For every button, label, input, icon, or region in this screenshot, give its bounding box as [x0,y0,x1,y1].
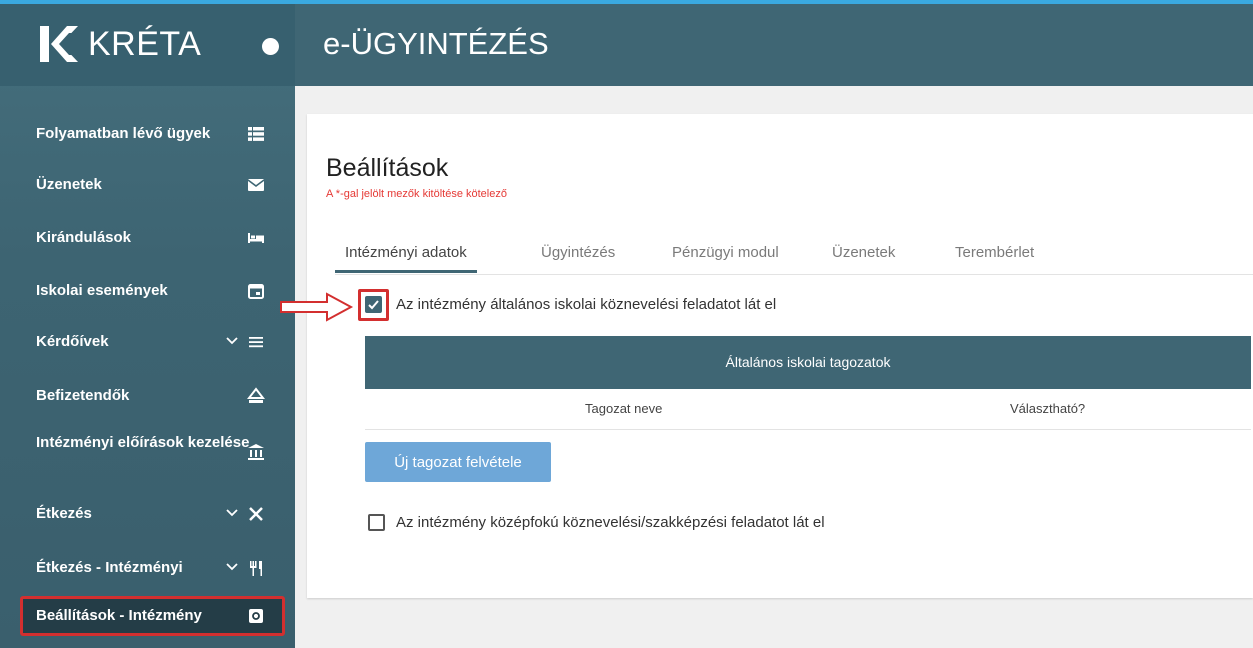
sidebar-item-label: Étkezés - Intézményi [36,559,183,576]
primary-school-checkbox-label[interactable]: Az intézmény általános iskolai köznevelé… [396,296,776,313]
sidebar-item-label: Iskolai események [36,282,168,299]
arrow-annotation-icon [280,292,354,322]
column-header-tagozat-neve[interactable]: Tagozat neve [585,389,662,429]
secondary-school-checkbox[interactable] [368,514,385,531]
sidebar-item-label: Folyamatban lévő ügyek [36,125,211,142]
app-header: e-ÜGYINTÉZÉS [295,4,1253,86]
primary-school-checkbox[interactable] [365,296,382,313]
status-dot-icon[interactable] [262,38,279,55]
sidebar-item-iskolai-esemenyek[interactable]: Iskolai események [0,271,295,311]
tab-ugyintezes[interactable]: Ügyintézés [531,234,625,272]
secondary-school-checkbox-label[interactable]: Az intézmény középfokú köznevelési/szakk… [396,514,825,531]
settings-icon [249,609,263,623]
tab-bar: Intézményi adatok Ügyintézés Pénzügyi mo… [335,234,1253,275]
sidebar-item-folyamatban[interactable]: Folyamatban lévő ügyek [0,114,295,154]
sidebar-item-label: Étkezés [36,505,92,522]
sidebar-item-etkezes[interactable]: Étkezés [0,494,295,534]
chevron-down-icon[interactable] [225,560,239,574]
header-title: e-ÜGYINTÉZÉS [323,26,549,61]
utensils-cross-icon [249,507,263,521]
institution-icon [248,444,264,460]
main-area: Beállítások A *-gal jelölt mezők kitölté… [280,86,1253,648]
sidebar: KRÉTA Folyamatban lévő ügyek Üzenetek Ki… [0,4,295,648]
sidebar-item-label: Kérdőívek [36,333,109,350]
checkmark-icon [368,300,379,310]
page-title: Beállítások [326,154,449,182]
tab-uzenetek[interactable]: Üzenetek [822,234,905,272]
column-header-valaszthato[interactable]: Választható? [1010,389,1085,429]
sidebar-item-label: Kirándulások [36,229,132,246]
sidebar-item-etkezes-intezmenyi[interactable]: Étkezés - Intézményi [0,548,295,588]
sidebar-item-label: Üzenetek [36,176,102,193]
kreta-logo-icon[interactable] [40,24,78,64]
brand-name[interactable]: KRÉTA [88,25,201,64]
table-header-row: Tagozat neve Választható? [365,389,1251,430]
sidebar-item-uzenetek[interactable]: Üzenetek [0,165,295,205]
tab-teremberlet[interactable]: Terembérlet [945,234,1044,272]
sidebar-item-kerdoivek[interactable]: Kérdőívek [0,322,295,362]
table-title: Általános iskolai tagozatok [365,336,1251,389]
scale-icon [247,387,265,403]
envelope-icon [247,179,265,191]
new-section-button[interactable]: Új tagozat felvétele [365,442,551,482]
tab-intezmenyi-adatok[interactable]: Intézményi adatok [335,234,477,273]
menu-lines-icon [249,337,263,348]
chevron-down-icon[interactable] [225,506,239,520]
sidebar-item-kirandulasok[interactable]: Kirándulások [0,218,295,258]
chevron-down-icon[interactable] [225,334,239,348]
settings-card: Beállítások A *-gal jelölt mezők kitölté… [280,114,1253,598]
sections-table: Általános iskolai tagozatok Tagozat neve… [365,336,1251,430]
sidebar-item-befizetendok[interactable]: Befizetendők [0,376,295,416]
sidebar-item-intezmenyi-eloirasok[interactable]: Intézményi előírások kezelése [0,427,295,477]
sidebar-item-beallitasok-intezmeny[interactable]: Beállítások - Intézmény [20,596,285,636]
required-note: A *-gal jelölt mezők kitöltése kötelező [326,188,507,200]
fork-knife-icon [250,561,262,576]
list-icon [248,127,264,141]
calendar-icon [248,284,264,299]
sidebar-item-label: Befizetendők [36,387,130,404]
tab-penzugyi-modul[interactable]: Pénzügyi modul [662,234,789,272]
sidebar-item-label: Beállítások - Intézmény [36,607,202,624]
brand-bar: KRÉTA [0,4,295,86]
bed-icon [248,233,264,243]
sidebar-item-label: Intézményi előírások kezelése [36,434,250,451]
